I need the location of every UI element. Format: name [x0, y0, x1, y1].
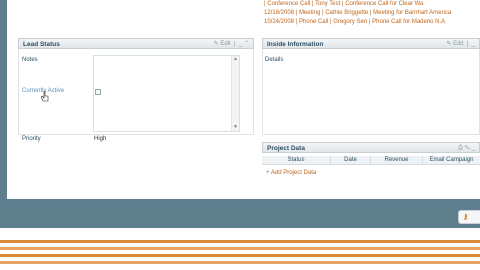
print-icon[interactable]: ⎙	[458, 145, 463, 151]
edit-link[interactable]: Edit	[220, 41, 230, 47]
scroll-up-icon[interactable]: ▲	[233, 57, 238, 62]
project-data-grid-header: Status Date Revenue Email Campaign	[262, 156, 480, 165]
notes-label: Notes	[22, 57, 38, 63]
bottom-bar	[0, 212, 480, 228]
column-email-campaign[interactable]: Email Campaign	[422, 156, 480, 165]
edit-icon[interactable]: ✎	[214, 41, 219, 47]
edit-icon[interactable]: ✎	[465, 145, 470, 151]
scroll-down-icon[interactable]: ▼	[233, 125, 238, 130]
project-data-header: Project Data ⎙ ✎ _	[262, 142, 480, 153]
stripe	[0, 254, 480, 257]
column-status[interactable]: Status	[262, 156, 330, 165]
minimize-icon[interactable]: _	[472, 145, 475, 151]
notes-textarea[interactable]: ▲ ▼	[93, 55, 240, 132]
add-project-data-link[interactable]: + Add Project Data	[266, 170, 316, 176]
activity-row[interactable]: 10/24/2008 | Phone Call | Gregory Sen | …	[264, 18, 480, 27]
notes-scrollbar[interactable]: ▲ ▼	[231, 56, 239, 131]
stripe	[0, 240, 480, 243]
inside-info-body	[262, 49, 480, 135]
project-data-tools: ⎙ ✎ _	[458, 143, 475, 154]
details-label: Details	[265, 57, 284, 63]
currently-active-checkbox[interactable]	[95, 89, 101, 95]
priority-value: High	[94, 136, 107, 142]
collapse-icon[interactable]: ⌃	[244, 41, 249, 47]
footer-stripes	[0, 236, 480, 270]
column-date[interactable]: Date	[330, 156, 370, 165]
activity-row[interactable]: 12/18/2008 | Meeting | Cathie Briggette …	[264, 9, 480, 18]
lead-status-title: Lead Status	[23, 41, 60, 48]
add-icon: +	[266, 170, 270, 176]
stripe	[0, 247, 480, 250]
edit-link[interactable]: Edit	[453, 41, 463, 47]
lead-status-header: Lead Status ✎ Edit | _ ⌃	[18, 38, 254, 49]
project-data-title: Project Data	[267, 145, 305, 152]
help-button[interactable]: ⚷	[458, 210, 480, 224]
activity-row[interactable]: | Conference Call | Tony Test | Conferen…	[264, 0, 480, 9]
minimize-icon[interactable]: _	[239, 41, 242, 47]
stripe	[0, 261, 480, 264]
edit-icon[interactable]: ✎	[446, 41, 451, 47]
priority-label: Priority	[22, 136, 41, 142]
inside-info-header: Inside Information ✎ Edit | _	[262, 38, 480, 49]
key-icon: ⚷	[463, 214, 469, 221]
inside-info-title: Inside Information	[267, 41, 324, 48]
hand-cursor-icon	[41, 91, 49, 102]
minimize-icon[interactable]: _	[472, 41, 475, 47]
column-revenue[interactable]: Revenue	[370, 156, 422, 165]
activity-list: | Conference Call | Tony Test | Conferen…	[264, 0, 480, 27]
